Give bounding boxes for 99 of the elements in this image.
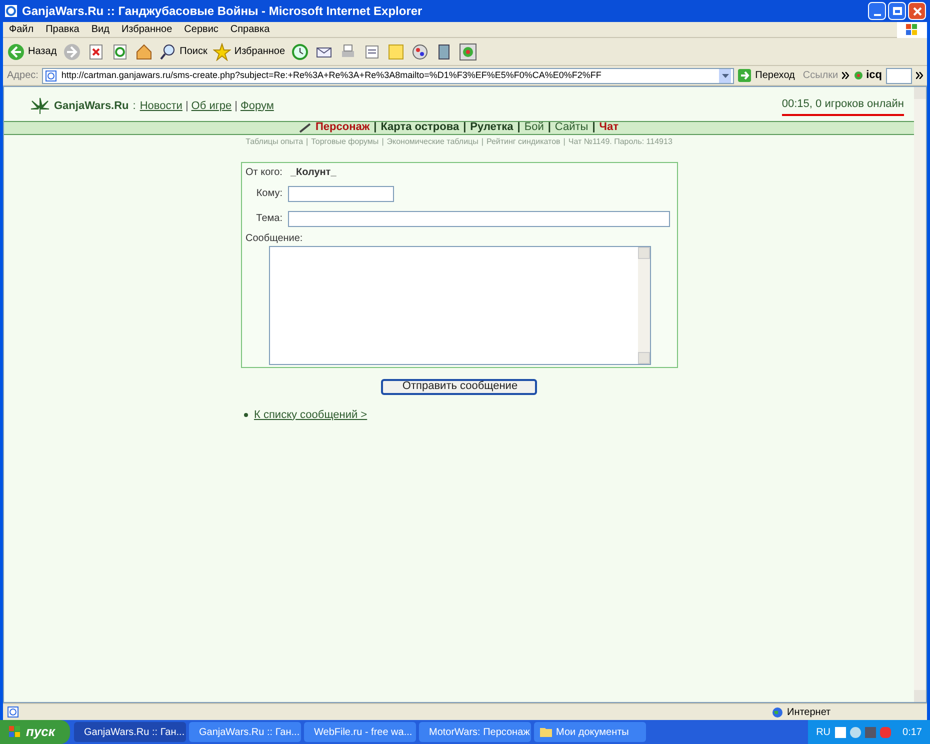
- address-field[interactable]: http://cartman.ganjawars.ru/sms-create.php?subject=Re:+Re%3A+Re%3A+Re%3A8mailto=%D1%F3%EF%E5%F0%CA%E0%F2%FF: [42, 68, 734, 84]
- separator-text: |: [517, 120, 520, 136]
- taskbar-button[interactable]: Мои документы: [534, 722, 646, 742]
- separator-text: |: [234, 98, 238, 114]
- icq-button[interactable]: icq: [853, 67, 882, 84]
- separator-text: |: [592, 120, 596, 136]
- scrollbar[interactable]: [914, 87, 926, 702]
- back-link[interactable]: К списку сообщений >: [254, 406, 368, 423]
- caret-icon: [722, 74, 729, 78]
- zone-label: Интернет: [787, 706, 832, 720]
- stop-icon: [86, 42, 105, 60]
- taskbar-button[interactable]: WebFile.ru - free wa...: [304, 722, 416, 742]
- chevron-icon[interactable]: [842, 72, 850, 79]
- nav-link[interactable]: Форум: [240, 98, 274, 114]
- menu-item[interactable]: Правка: [40, 22, 86, 37]
- nav-link[interactable]: Об игре: [191, 98, 232, 114]
- nav-link[interactable]: Новости: [140, 98, 182, 114]
- back-icon: [7, 42, 25, 60]
- home-icon: [134, 42, 153, 60]
- palette-button[interactable]: [411, 42, 430, 60]
- from-label: От кого:: [246, 166, 282, 180]
- separator-text: |: [548, 120, 551, 136]
- message-field[interactable]: [268, 246, 650, 364]
- windows-logo-icon: [8, 725, 22, 739]
- window-title: GanjaWars.Ru :: Ганджубасовые Войны - Microsoft Internet Explorer: [22, 3, 424, 20]
- tray-icon[interactable]: [864, 726, 876, 738]
- separator-text: |: [463, 120, 466, 136]
- subject-field[interactable]: [288, 210, 670, 226]
- favorites-button[interactable]: Избранное: [213, 42, 286, 60]
- nav-link[interactable]: Чат: [599, 119, 619, 136]
- note-icon: [387, 42, 406, 60]
- browser-icon: [4, 4, 18, 18]
- chevron-icon[interactable]: [916, 72, 923, 79]
- search-field[interactable]: [886, 68, 912, 84]
- taskbar-button[interactable]: MotorWars: Персонаж: [419, 722, 531, 742]
- separator-text: |: [306, 136, 308, 148]
- send-button[interactable]: Отправить сообщение: [381, 378, 537, 394]
- leaf-icon: [30, 96, 50, 115]
- bullet-icon: [244, 412, 248, 417]
- start-button[interactable]: пуск: [0, 720, 70, 744]
- subject-label: Тема:: [255, 212, 284, 226]
- flower-icon: [853, 70, 864, 81]
- minimize-button[interactable]: [868, 2, 886, 20]
- history-icon: [291, 42, 310, 60]
- separator-text: |: [382, 136, 384, 148]
- nav-link[interactable]: Карта острова: [380, 119, 460, 136]
- taskbar-button[interactable]: GanjaWars.Ru :: Ган...: [189, 722, 301, 742]
- separator-text: |: [374, 120, 377, 136]
- close-button[interactable]: [908, 2, 926, 20]
- refresh-button[interactable]: [110, 42, 129, 60]
- tray-icon[interactable]: [850, 726, 861, 738]
- palette-icon: [411, 42, 430, 60]
- close-icon: [912, 6, 922, 16]
- menu-item[interactable]: Вид: [85, 22, 116, 37]
- nav-link[interactable]: Рулетка: [470, 119, 514, 136]
- refresh-icon: [110, 42, 129, 60]
- forward-icon: [62, 42, 81, 60]
- address-label: Адрес:: [7, 69, 38, 83]
- go-button[interactable]: Переход: [738, 68, 795, 83]
- page-icon: [45, 70, 58, 82]
- maximize-button[interactable]: [888, 2, 906, 20]
- menu-item[interactable]: Файл: [3, 22, 40, 37]
- nav-link[interactable]: Бой: [524, 119, 544, 136]
- back-button[interactable]: Назад: [7, 42, 57, 60]
- favorites-icon: [213, 42, 232, 60]
- home-button[interactable]: [134, 42, 153, 60]
- menu-item[interactable]: Избранное: [115, 22, 178, 37]
- globe-icon: [772, 706, 783, 718]
- page-icon: [7, 706, 19, 718]
- scrollbar[interactable]: [638, 246, 650, 364]
- separator-text: :: [132, 98, 136, 114]
- taskbar-button[interactable]: GanjaWars.Ru :: Ган...: [74, 722, 186, 742]
- recipient-label: Кому:: [255, 187, 284, 201]
- edit-button[interactable]: [363, 42, 382, 60]
- windows-logo-icon: [897, 22, 927, 38]
- nav-link[interactable]: Персонаж: [315, 119, 370, 136]
- dropdown-button[interactable]: [719, 68, 732, 82]
- edit-icon: [363, 42, 382, 60]
- sender-name: _Колунт_: [290, 166, 336, 180]
- site-logo[interactable]: GanjaWars.Ru: [54, 98, 129, 114]
- message-label: Сообщение:: [246, 232, 304, 246]
- flower-button[interactable]: [459, 42, 478, 60]
- online-status: 00:15, 0 игроков онлайн: [782, 96, 904, 116]
- history-button[interactable]: [291, 42, 310, 60]
- search-button[interactable]: Поиск: [158, 42, 208, 60]
- arrow-icon: [738, 69, 752, 82]
- nav-link[interactable]: Сайты: [554, 119, 588, 136]
- search-icon: [158, 42, 177, 60]
- recipient-field[interactable]: [288, 186, 394, 202]
- separator-text: |: [481, 136, 484, 148]
- folder-icon: [540, 727, 552, 737]
- menu-item[interactable]: Справка: [224, 22, 276, 37]
- clock: 0:17: [902, 726, 922, 740]
- separator-text: |: [563, 136, 566, 148]
- menu-item[interactable]: Сервис: [178, 22, 224, 37]
- note-button[interactable]: [387, 42, 406, 60]
- flower-icon: [459, 42, 478, 60]
- separator-text: |: [185, 98, 188, 114]
- stop-button[interactable]: [86, 42, 105, 60]
